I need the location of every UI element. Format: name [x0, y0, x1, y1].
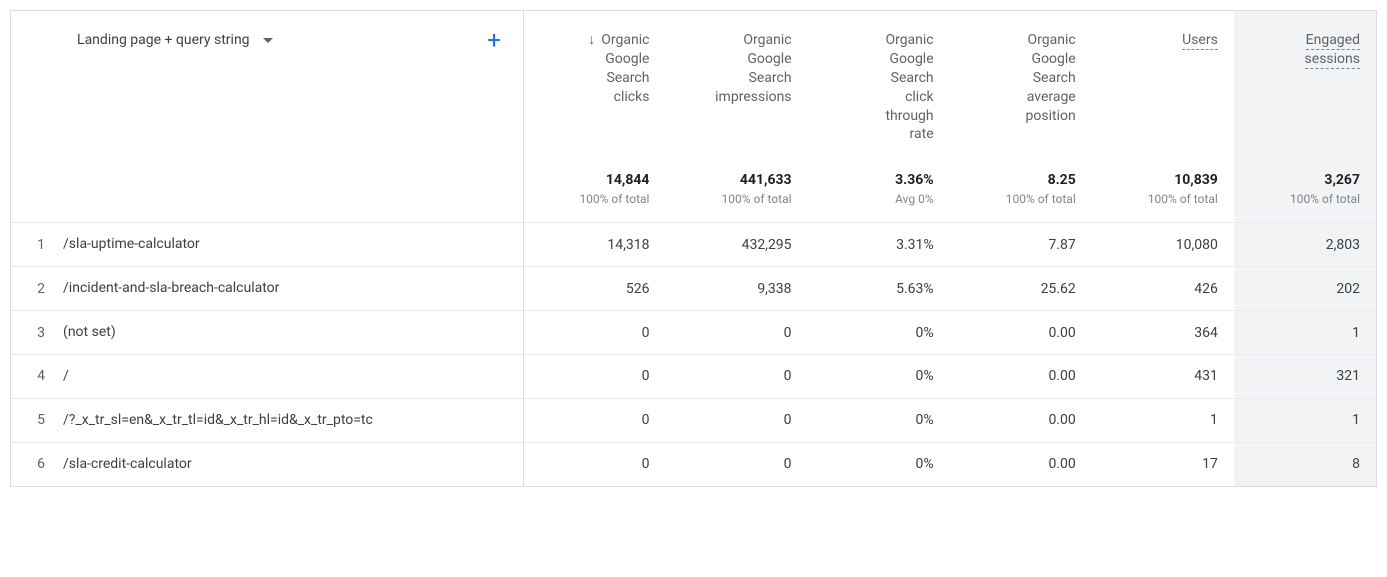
metric-cell: 5.63%	[808, 267, 950, 311]
metric-cell: 364	[1092, 311, 1234, 355]
metric-cell: 0	[523, 398, 665, 442]
column-header[interactable]: ↓OrganicGoogleSearchclicks	[523, 11, 665, 158]
metric-cell: 0	[523, 442, 665, 485]
totals-spacer-2	[63, 158, 523, 223]
metric-cell: 0	[665, 442, 807, 485]
metric-cell: 17	[1092, 442, 1234, 485]
metric-cell: 10,080	[1092, 223, 1234, 267]
column-header[interactable]: Users	[1092, 11, 1234, 158]
metric-cell: 8	[1234, 442, 1376, 485]
dimension-value[interactable]: /?_x_tr_sl=en&_x_tr_tl=id&_x_tr_hl=id&_x…	[63, 398, 523, 442]
metric-cell: 426	[1092, 267, 1234, 311]
column-header[interactable]: OrganicGoogleSearchclickthroughrate	[808, 11, 950, 158]
dimension-label: Landing page + query string	[77, 32, 250, 48]
totals-cell: 14,844 100% of total	[523, 158, 665, 223]
metric-cell: 9,338	[665, 267, 807, 311]
analytics-table: Landing page + query string + ↓OrganicGo…	[11, 11, 1376, 486]
totals-cell: 3.36% Avg 0%	[808, 158, 950, 223]
metric-cell: 0%	[808, 398, 950, 442]
analytics-table-card: Landing page + query string + ↓OrganicGo…	[10, 10, 1377, 487]
totals-subtext: Avg 0%	[824, 192, 934, 206]
row-index: 4	[11, 355, 63, 399]
metric-cell: 0	[665, 311, 807, 355]
table-row[interactable]: 5/?_x_tr_sl=en&_x_tr_tl=id&_x_tr_hl=id&_…	[11, 398, 1376, 442]
dimension-value[interactable]: /incident-and-sla-breach-calculator	[63, 267, 523, 311]
metric-cell: 202	[1234, 267, 1376, 311]
totals-value: 8.25	[966, 172, 1076, 188]
metric-cell: 2,803	[1234, 223, 1376, 267]
metric-cell: 25.62	[950, 267, 1092, 311]
table-body: 1/sla-uptime-calculator14,318432,2953.31…	[11, 223, 1376, 486]
metric-cell: 0	[523, 355, 665, 399]
add-dimension-button[interactable]: +	[487, 31, 501, 49]
table-row[interactable]: 4/000%0.00431321	[11, 355, 1376, 399]
metric-cell: 0.00	[950, 442, 1092, 485]
row-index: 3	[11, 311, 63, 355]
table-row[interactable]: 2/incident-and-sla-breach-calculator5269…	[11, 267, 1376, 311]
totals-value: 14,844	[540, 172, 650, 188]
totals-row: 14,844100% of total441,633100% of total3…	[11, 158, 1376, 223]
metric-cell: 0	[523, 311, 665, 355]
metric-cell: 1	[1234, 311, 1376, 355]
metric-cell: 0%	[808, 442, 950, 485]
metric-cell: 1	[1092, 398, 1234, 442]
metric-cell: 321	[1234, 355, 1376, 399]
sort-descending-icon: ↓	[588, 32, 595, 48]
dimension-value[interactable]: /sla-uptime-calculator	[63, 223, 523, 267]
table-header-row: Landing page + query string + ↓OrganicGo…	[11, 11, 1376, 158]
metric-cell: 1	[1234, 398, 1376, 442]
column-header-label: Users	[1182, 32, 1218, 50]
totals-cell: 8.25 100% of total	[950, 158, 1092, 223]
metric-cell: 0	[665, 398, 807, 442]
chevron-down-icon	[263, 31, 273, 50]
column-header[interactable]: Engaged sessions	[1234, 11, 1376, 158]
column-header[interactable]: OrganicGoogleSearchimpressions	[665, 11, 807, 158]
row-index: 5	[11, 398, 63, 442]
totals-cell: 10,839 100% of total	[1092, 158, 1234, 223]
totals-subtext: 100% of total	[1108, 192, 1218, 206]
row-index: 6	[11, 442, 63, 485]
totals-spacer-1	[11, 158, 63, 223]
totals-cell: 441,633 100% of total	[665, 158, 807, 223]
totals-value: 441,633	[681, 172, 791, 188]
metric-cell: 0.00	[950, 311, 1092, 355]
metric-cell: 0.00	[950, 398, 1092, 442]
table-row[interactable]: 6/sla-credit-calculator000%0.00178	[11, 442, 1376, 485]
totals-subtext: 100% of total	[966, 192, 1076, 206]
dimension-value[interactable]: /sla-credit-calculator	[63, 442, 523, 485]
totals-value: 10,839	[1108, 172, 1218, 188]
metric-cell: 0.00	[950, 355, 1092, 399]
dimension-value[interactable]: (not set)	[63, 311, 523, 355]
metric-cell: 432,295	[665, 223, 807, 267]
column-header-label: Engaged sessions	[1305, 32, 1360, 69]
dimension-header[interactable]: Landing page + query string +	[63, 11, 523, 158]
column-header[interactable]: OrganicGoogleSearchaverageposition	[950, 11, 1092, 158]
metric-cell: 0	[665, 355, 807, 399]
row-index: 1	[11, 223, 63, 267]
header-index-spacer	[11, 11, 63, 158]
table-row[interactable]: 3(not set)000%0.003641	[11, 311, 1376, 355]
totals-subtext: 100% of total	[540, 192, 650, 206]
totals-subtext: 100% of total	[681, 192, 791, 206]
metric-cell: 526	[523, 267, 665, 311]
table-row[interactable]: 1/sla-uptime-calculator14,318432,2953.31…	[11, 223, 1376, 267]
metric-cell: 0%	[808, 311, 950, 355]
metric-cell: 7.87	[950, 223, 1092, 267]
row-index: 2	[11, 267, 63, 311]
totals-value: 3.36%	[824, 172, 934, 188]
metric-cell: 14,318	[523, 223, 665, 267]
totals-subtext: 100% of total	[1250, 192, 1360, 206]
dimension-value[interactable]: /	[63, 355, 523, 399]
totals-cell: 3,267 100% of total	[1234, 158, 1376, 223]
metric-cell: 431	[1092, 355, 1234, 399]
totals-value: 3,267	[1250, 172, 1360, 188]
metric-cell: 3.31%	[808, 223, 950, 267]
metric-cell: 0%	[808, 355, 950, 399]
